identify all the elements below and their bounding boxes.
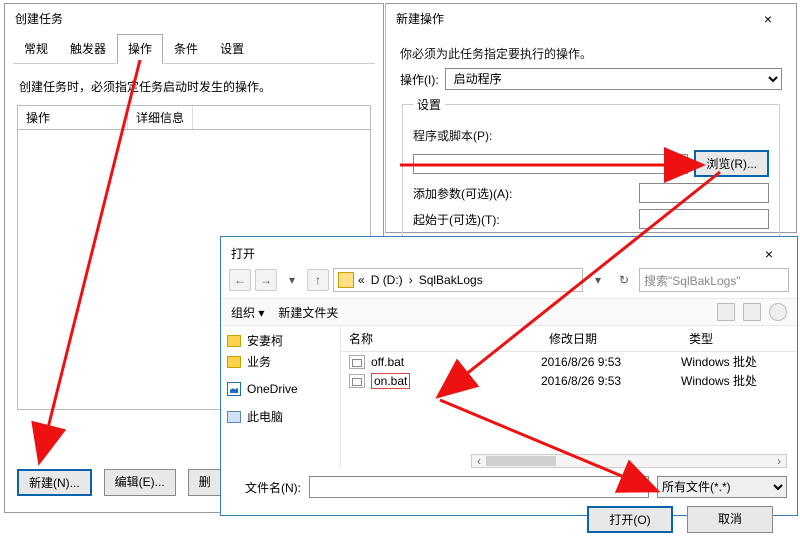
filename-input[interactable] — [309, 476, 649, 498]
bat-file-icon — [349, 374, 365, 388]
file-date: 2016/8/26 9:53 — [541, 355, 681, 369]
create-task-title: 创建任务 — [15, 10, 63, 27]
search-placeholder: 搜索"SqlBakLogs" — [644, 272, 741, 289]
file-row[interactable]: on.bat 2016/8/26 9:53 Windows 批处 — [341, 371, 797, 390]
program-label: 程序或脚本(P): — [413, 127, 769, 144]
file-name: off.bat — [371, 355, 404, 369]
startin-input[interactable] — [639, 209, 769, 229]
file-type: Windows 批处 — [681, 353, 797, 370]
hdr-name[interactable]: 名称 — [341, 326, 541, 351]
open-title: 打开 — [231, 245, 255, 262]
col-detail: 详细信息 — [128, 106, 193, 129]
filename-row: 文件名(N): 所有文件(*.*) — [221, 468, 797, 506]
tab-triggers[interactable]: 触发器 — [59, 34, 117, 64]
open-main: 安妻柯 业务 OneDrive 此电脑 名称 修改日期 类型 off.bat 2… — [221, 326, 797, 468]
cancel-button[interactable]: 取消 — [687, 506, 773, 533]
file-list-header: 名称 修改日期 类型 — [341, 326, 797, 352]
tree-label: 此电脑 — [247, 408, 283, 425]
open-button[interactable]: 打开(O) — [587, 506, 673, 533]
file-date: 2016/8/26 9:53 — [541, 374, 681, 388]
view-icon[interactable] — [717, 303, 735, 321]
chevron-down-icon[interactable]: ▾ — [587, 269, 609, 291]
file-row[interactable]: off.bat 2016/8/26 9:53 Windows 批处 — [341, 352, 797, 371]
args-input[interactable] — [639, 183, 769, 203]
tab-conditions[interactable]: 条件 — [163, 34, 209, 64]
col-action: 操作 — [18, 106, 128, 129]
delete-action-button[interactable]: 删 — [188, 469, 222, 496]
new-action-desc: 你必须为此任务指定要执行的操作。 — [400, 45, 782, 62]
folder-icon — [227, 335, 241, 347]
tree-label: OneDrive — [247, 382, 298, 396]
new-folder-button[interactable]: 新建文件夹 — [278, 304, 338, 321]
tree-label: 安妻柯 — [247, 332, 283, 349]
hdr-date[interactable]: 修改日期 — [541, 326, 681, 351]
program-input[interactable] — [413, 154, 688, 174]
nav-tree[interactable]: 安妻柯 业务 OneDrive 此电脑 — [221, 326, 341, 468]
scroll-thumb[interactable] — [486, 456, 556, 466]
actions-buttons: 新建(N)... 编辑(E)... 删 — [17, 469, 222, 496]
actions-desc: 创建任务时，必须指定任务启动时发生的操作。 — [5, 64, 383, 105]
new-action-titlebar: 新建操作 × — [386, 4, 796, 33]
file-type: Windows 批处 — [681, 372, 797, 389]
hdr-type[interactable]: 类型 — [681, 326, 797, 351]
help-icon[interactable] — [769, 303, 787, 321]
crumb-sep: › — [407, 273, 415, 287]
settings-group: 设置 程序或脚本(P): 浏览(R)... 添加参数(可选)(A): 起始于(可… — [402, 96, 780, 240]
close-icon[interactable]: × — [751, 246, 787, 262]
folder-icon — [227, 356, 241, 368]
horizontal-scrollbar[interactable]: ‹ › — [471, 454, 787, 468]
new-action-window: 新建操作 × 你必须为此任务指定要执行的操作。 操作(I): 启动程序 设置 程… — [385, 3, 797, 233]
tab-actions[interactable]: 操作 — [117, 34, 163, 64]
create-task-titlebar: 创建任务 — [5, 4, 383, 33]
onedrive-icon — [227, 382, 241, 396]
chevron-down-icon[interactable]: ▾ — [281, 269, 303, 291]
create-task-tabs: 常规 触发器 操作 条件 设置 — [13, 33, 375, 64]
crumb-overflow[interactable]: « — [356, 273, 367, 287]
folder-icon — [338, 272, 354, 288]
args-label: 添加参数(可选)(A): — [413, 185, 633, 202]
file-list[interactable]: 名称 修改日期 类型 off.bat 2016/8/26 9:53 Window… — [341, 326, 797, 468]
tree-item[interactable]: 业务 — [227, 351, 334, 372]
pc-icon — [227, 411, 241, 423]
organize-menu[interactable]: 组织 ▾ — [231, 304, 264, 321]
nav-back-icon[interactable]: ← — [229, 269, 251, 291]
search-input[interactable]: 搜索"SqlBakLogs" — [639, 268, 789, 292]
tree-item[interactable]: OneDrive — [227, 380, 334, 398]
preview-icon[interactable] — [743, 303, 761, 321]
new-action-title: 新建操作 — [396, 10, 444, 27]
open-titlebar: 打开 × — [221, 237, 797, 266]
breadcrumb[interactable]: « D (D:) › SqlBakLogs — [333, 268, 583, 292]
tree-item[interactable]: 此电脑 — [227, 406, 334, 427]
filter-select[interactable]: 所有文件(*.*) — [657, 476, 787, 498]
close-icon[interactable]: × — [750, 11, 786, 27]
tab-general[interactable]: 常规 — [13, 34, 59, 64]
actions-list-header: 操作 详细信息 — [17, 105, 371, 130]
bat-file-icon — [349, 355, 365, 369]
settings-legend: 设置 — [413, 96, 445, 113]
nav-forward-icon[interactable]: → — [255, 269, 277, 291]
startin-label: 起始于(可选)(T): — [413, 211, 633, 228]
open-dialog: 打开 × ← → ▾ ↑ « D (D:) › SqlBakLogs ▾ ↻ 搜… — [220, 236, 798, 516]
open-toolbar: 组织 ▾ 新建文件夹 — [221, 298, 797, 326]
new-action-button[interactable]: 新建(N)... — [17, 469, 92, 496]
tree-item[interactable]: 安妻柯 — [227, 330, 334, 351]
filename-label: 文件名(N): — [231, 479, 301, 496]
action-label: 操作(I): — [400, 71, 439, 88]
crumb-folder[interactable]: SqlBakLogs — [417, 273, 485, 287]
tab-settings[interactable]: 设置 — [209, 34, 255, 64]
scroll-right-icon[interactable]: › — [772, 454, 786, 468]
edit-action-button[interactable]: 编辑(E)... — [104, 469, 176, 496]
open-buttons: 打开(O) 取消 — [221, 506, 797, 543]
tree-label: 业务 — [247, 353, 271, 370]
address-bar: ← → ▾ ↑ « D (D:) › SqlBakLogs ▾ ↻ 搜索"Sql… — [221, 266, 797, 298]
nav-up-icon[interactable]: ↑ — [307, 269, 329, 291]
refresh-icon[interactable]: ↻ — [613, 269, 635, 291]
file-name: on.bat — [371, 373, 410, 389]
action-select[interactable]: 启动程序 — [445, 68, 782, 90]
crumb-drive[interactable]: D (D:) — [369, 273, 405, 287]
scroll-left-icon[interactable]: ‹ — [472, 454, 486, 468]
browse-button[interactable]: 浏览(R)... — [694, 150, 769, 177]
